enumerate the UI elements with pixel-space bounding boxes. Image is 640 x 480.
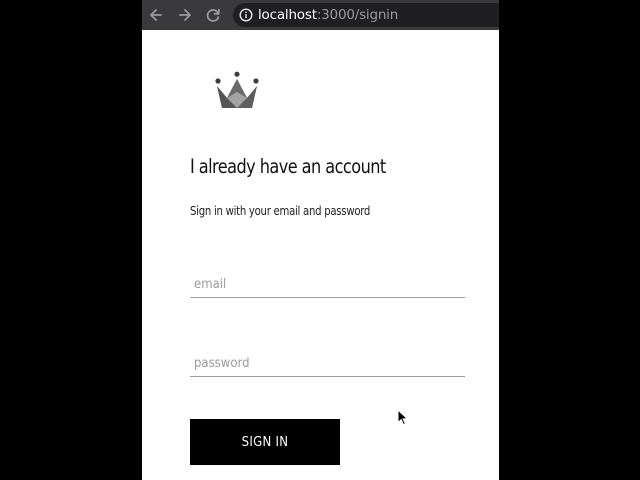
sign-in-button[interactable]: SIGN IN	[190, 419, 340, 465]
page-title: I already have an account	[190, 155, 386, 178]
arrow-right-icon	[179, 9, 191, 21]
browser-toolbar: localhost:3000/signin	[142, 0, 499, 30]
screen-backdrop: localhost:3000/signin I already have an …	[0, 0, 640, 480]
url-host: localhost	[258, 7, 317, 23]
crown-icon	[215, 71, 259, 108]
password-field[interactable]	[190, 351, 465, 377]
arrow-left-icon	[150, 9, 162, 21]
url-text: localhost:3000/signin	[258, 6, 398, 24]
url-path: :3000/signin	[316, 7, 399, 23]
back-button[interactable]	[146, 5, 166, 25]
address-bar[interactable]: localhost:3000/signin	[233, 3, 499, 27]
forward-button[interactable]	[175, 5, 195, 25]
email-field[interactable]	[190, 272, 465, 298]
mouse-pointer-icon	[397, 409, 409, 426]
browser-window: localhost:3000/signin I already have an …	[142, 0, 499, 480]
info-circle-icon[interactable]	[239, 8, 253, 22]
reload-icon	[206, 8, 220, 22]
reload-button[interactable]	[203, 5, 223, 25]
page-subtitle: Sign in with your email and password	[190, 203, 371, 218]
